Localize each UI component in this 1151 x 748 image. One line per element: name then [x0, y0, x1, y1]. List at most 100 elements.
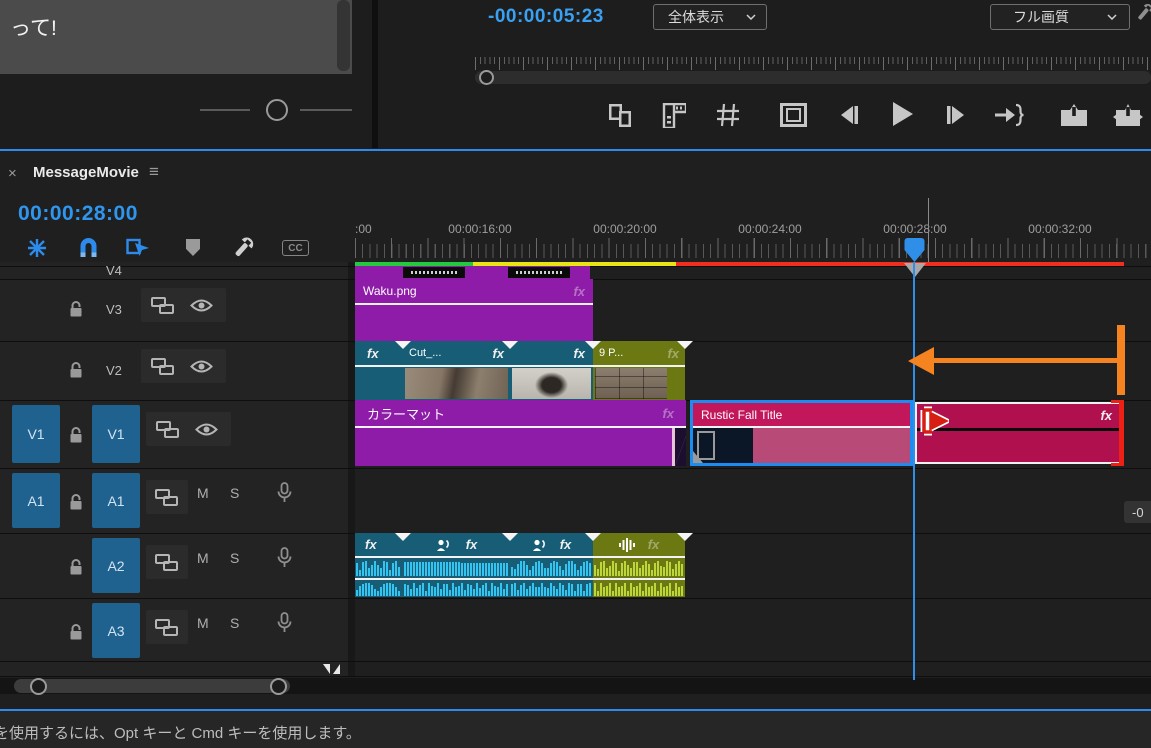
captions-icon[interactable]: CC	[282, 240, 309, 256]
lock-icon[interactable]	[69, 362, 83, 379]
source-patch-icon[interactable]	[155, 554, 178, 571]
preview-scrollbar[interactable]	[337, 0, 350, 71]
clip-audio-music[interactable]: fx	[593, 533, 685, 597]
clip-waku-png[interactable]: Waku.png fx	[355, 279, 593, 341]
source-patch-icon[interactable]	[151, 297, 174, 314]
hscrollbar-left-handle[interactable]	[30, 678, 47, 695]
lock-icon[interactable]	[69, 301, 83, 318]
timeline-ruler[interactable]: :00 00:00:16:00 00:00:20:00 00:00:24:00 …	[355, 196, 1151, 262]
playhead-grabber[interactable]	[904, 263, 926, 277]
timeline-timecode[interactable]: 00:00:28:00	[18, 202, 138, 226]
trim-in-bracket[interactable]	[1119, 400, 1124, 466]
voiceover-mic-icon[interactable]	[277, 547, 292, 568]
clip-audio-partial[interactable]: fx	[355, 533, 403, 597]
panel-menu-icon[interactable]: ≡	[149, 162, 159, 182]
annotation-arrow-bar	[1117, 325, 1125, 395]
source-patch-icon[interactable]	[151, 358, 174, 375]
source-patch-icon[interactable]	[155, 489, 178, 506]
tab-title[interactable]: MessageMovie	[33, 164, 139, 181]
play-icon[interactable]	[888, 100, 916, 128]
hscrollbar-right-handle[interactable]	[270, 678, 287, 695]
quality-dropdown[interactable]: フル画質	[990, 4, 1130, 30]
timeline-settings-icon[interactable]	[232, 235, 256, 259]
settings-wrench-icon[interactable]	[1138, 2, 1151, 22]
toggle-track-output-eye-icon[interactable]	[190, 359, 213, 374]
video-thumbnail	[595, 368, 667, 399]
clip-rustic-fall-title[interactable]: Rustic Fall Title	[690, 400, 913, 466]
fx-badge: fx	[647, 537, 660, 552]
voiceover-mic-icon[interactable]	[277, 612, 292, 633]
audio-waveform	[404, 581, 509, 596]
lift-icon[interactable]	[1060, 102, 1088, 128]
video-thumbnail	[512, 368, 591, 399]
mute-button[interactable]: M	[197, 550, 209, 566]
toggle-track-output-eye-icon[interactable]	[195, 422, 218, 437]
clip-color-matte[interactable]: カラーマット fx	[355, 400, 686, 466]
source-patch-icon[interactable]	[155, 619, 178, 636]
fit-dropdown[interactable]: 全体表示	[653, 4, 767, 30]
status-bar: を使用するには、Opt キーと Cmd キーを使用します。	[0, 711, 1151, 748]
solo-button[interactable]: S	[230, 615, 239, 631]
edit-point-marker	[502, 341, 518, 349]
step-back-icon[interactable]	[836, 102, 862, 128]
clip-video[interactable]: fx	[510, 341, 593, 400]
voiceover-mic-icon[interactable]	[277, 482, 292, 503]
clip-label: 9 P...	[599, 347, 624, 359]
fx-badge: fx	[559, 537, 572, 552]
edit-point-marker	[502, 533, 518, 541]
zoom-slider-handle[interactable]	[266, 99, 288, 121]
filmstrip-icon[interactable]	[607, 102, 633, 128]
program-scrollbar-handle[interactable]	[479, 70, 494, 85]
panel-divider[interactable]	[372, 0, 378, 148]
trim-delta-tooltip: -0	[1124, 501, 1151, 523]
clip-audio-dialogue-1[interactable]: fx	[403, 533, 510, 597]
snap-magnet-icon[interactable]	[78, 237, 99, 258]
lock-icon[interactable]	[69, 427, 83, 444]
track-target-a1-button[interactable]: A1	[92, 473, 140, 528]
fx-badge: fx	[465, 537, 478, 552]
clip-title-bar: fx	[403, 533, 510, 556]
clip-v4-minimized[interactable]	[355, 266, 590, 279]
tab-close-icon[interactable]: ×	[8, 165, 17, 182]
clip-video-partial[interactable]: fx	[355, 341, 403, 400]
step-forward-icon[interactable]	[943, 102, 969, 128]
source-patch-a1-button[interactable]: A1	[12, 473, 60, 528]
fit-dropdown-value: 全体表示	[668, 9, 724, 25]
solo-button[interactable]: S	[230, 550, 239, 566]
program-scrollbar[interactable]	[475, 71, 1151, 84]
audio-meters-toggle-icon[interactable]	[322, 663, 342, 675]
clip-9person-video[interactable]: 9 P... fx	[593, 341, 685, 400]
program-timecode[interactable]: -00:00:05:23	[488, 6, 604, 28]
source-monitor-preview: って!	[0, 0, 352, 74]
clip-audio-dialogue-2[interactable]: fx	[510, 533, 593, 597]
extract-icon[interactable]	[1113, 102, 1143, 128]
lock-icon[interactable]	[69, 494, 83, 511]
toggle-track-output-eye-icon[interactable]	[190, 298, 213, 313]
track-target-a3-button[interactable]: A3	[92, 603, 140, 658]
source-patch-icon[interactable]	[156, 421, 179, 438]
mute-button[interactable]: M	[197, 615, 209, 631]
safe-margins-icon[interactable]	[780, 102, 807, 128]
dialogue-audio-icon	[436, 538, 452, 552]
trim-out-handle[interactable]	[672, 428, 686, 466]
nest-toggle-icon[interactable]	[26, 237, 48, 259]
lock-icon[interactable]	[69, 624, 83, 641]
timeline-hscrollbar-thumb[interactable]	[14, 679, 290, 693]
fx-badge: fx	[1100, 407, 1112, 423]
track-target-a2-button[interactable]: A2	[92, 538, 140, 593]
source-patch-v1-button[interactable]: V1	[12, 405, 60, 463]
premiere-app: って! -00:00:05:23 全体表示 フル画質 × MessageMovi…	[0, 0, 1151, 748]
solo-button[interactable]: S	[230, 485, 239, 501]
lock-icon[interactable]	[69, 559, 83, 576]
corner-ruler-icon[interactable]	[661, 102, 687, 128]
title-thumbnail	[693, 428, 753, 463]
go-to-out-icon[interactable]	[994, 102, 1024, 128]
mute-button[interactable]: M	[197, 485, 209, 501]
track-name: V3	[106, 302, 122, 317]
grid-icon[interactable]	[715, 102, 741, 128]
clip-cut-video[interactable]: Cut_... fx	[403, 341, 510, 400]
track-target-v1-button[interactable]: V1	[92, 405, 140, 463]
playhead-marker[interactable]	[904, 238, 925, 263]
linked-selection-icon[interactable]	[126, 237, 150, 257]
track-header-divider[interactable]	[348, 262, 355, 676]
